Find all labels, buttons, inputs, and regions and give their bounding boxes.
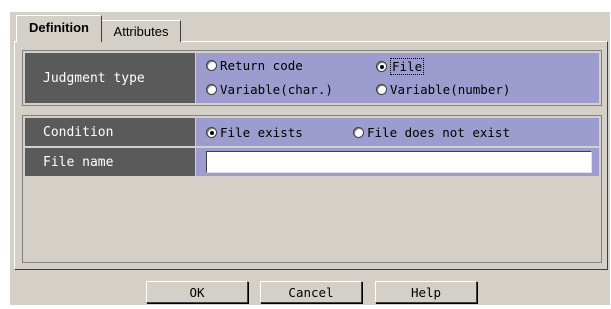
radio-file-exists[interactable]: File exists — [206, 125, 303, 140]
radio-variable-number-label: Variable(number) — [390, 82, 511, 97]
radio-file-label: File — [390, 58, 425, 75]
judgment-type-group: Judgment type Return code File Variable(… — [22, 50, 602, 106]
help-button[interactable]: Help — [375, 281, 477, 303]
radio-variable-char-icon — [206, 84, 217, 95]
definition-panel: Judgment type Return code File Variable(… — [14, 41, 608, 270]
tab-definition-label: Definition — [29, 19, 89, 35]
radio-return-code-label: Return code — [220, 58, 303, 73]
radio-file-exists-label: File exists — [220, 125, 303, 140]
judgment-type-label: Judgment type — [25, 53, 195, 103]
judgment-type-options: Return code File Variable(char.) Variabl… — [196, 53, 599, 103]
radio-return-code[interactable]: Return code — [206, 58, 303, 73]
radio-file[interactable]: File — [376, 58, 425, 75]
tab-attributes-label: Attributes — [113, 24, 169, 39]
condition-label: Condition — [25, 118, 195, 146]
radio-variable-char-label: Variable(char.) — [220, 82, 333, 97]
tab-definition[interactable]: Definition — [16, 15, 102, 42]
radio-return-code-icon — [206, 60, 217, 71]
tab-attributes[interactable]: Attributes — [101, 20, 181, 42]
condition-options: File exists File does not exist — [196, 118, 599, 146]
file-name-field-area — [196, 148, 599, 176]
condition-group: Condition File exists File does not exis… — [22, 115, 602, 263]
radio-variable-char[interactable]: Variable(char.) — [206, 82, 333, 97]
radio-file-does-not-exist-icon — [353, 127, 364, 138]
radio-variable-number-icon — [376, 84, 387, 95]
radio-file-does-not-exist-label: File does not exist — [367, 125, 510, 140]
radio-file-exists-icon — [206, 127, 217, 138]
file-name-label: File name — [25, 148, 195, 176]
radio-file-icon — [376, 61, 387, 72]
radio-file-does-not-exist[interactable]: File does not exist — [353, 125, 510, 140]
radio-variable-number[interactable]: Variable(number) — [376, 82, 510, 97]
ok-button[interactable]: OK — [146, 281, 248, 303]
file-name-input[interactable] — [206, 151, 592, 173]
job-definition-dialog: Definition Attributes Judgment type Retu… — [10, 12, 610, 305]
cancel-button[interactable]: Cancel — [260, 281, 362, 303]
